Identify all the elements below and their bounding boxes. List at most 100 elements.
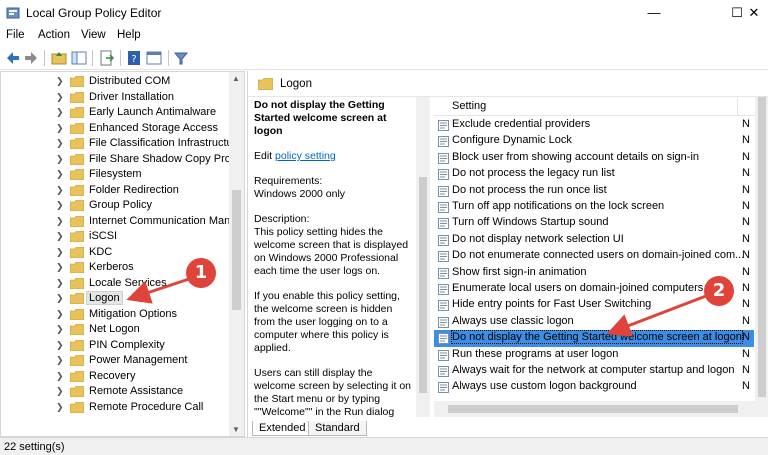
tree-item[interactable]: ❯ Internet Communication Management (1, 214, 244, 230)
chevron-right-icon[interactable]: ❯ (56, 123, 64, 134)
description-scrollbar[interactable] (416, 97, 430, 417)
tree-item[interactable]: ❯ Logon (1, 291, 231, 307)
forward-arrow-icon[interactable] (22, 49, 40, 67)
tree-item[interactable]: ❯ Enhanced Storage Access (1, 121, 231, 137)
setting-name: Do not enumerate connected users on doma… (452, 249, 745, 262)
policy-setting-icon (438, 349, 449, 361)
setting-row[interactable]: Do not display the Getting Started welco… (434, 330, 754, 347)
tree-item[interactable]: ❯ Distributed COM (1, 74, 231, 90)
tab-extended[interactable]: Extended (252, 421, 313, 436)
setting-row[interactable]: Block user from showing account details … (434, 150, 754, 166)
menu-file[interactable]: File (6, 29, 25, 41)
export-list-icon[interactable] (98, 49, 116, 67)
setting-row[interactable]: Always wait for the network at computer … (434, 363, 754, 379)
setting-state: N (742, 380, 750, 393)
tree-item[interactable]: ❯ Folder Redirection (1, 183, 231, 199)
menu-help[interactable]: Help (117, 29, 141, 41)
close-button[interactable]: ✕ (740, 0, 768, 26)
chevron-right-icon[interactable]: ❯ (56, 293, 64, 304)
tree-item[interactable]: ❯ Group Policy (1, 198, 231, 214)
tree-item[interactable]: ❯ Driver Installation (1, 90, 231, 106)
toolbar-separator (92, 50, 93, 66)
scroll-up-icon[interactable]: ▲ (232, 74, 240, 83)
help-icon[interactable]: ? (125, 49, 143, 67)
tree-item[interactable]: ❯ Remote Assistance (1, 384, 231, 400)
setting-row[interactable]: Show first sign-in animation N (434, 265, 754, 281)
back-arrow-icon[interactable] (4, 49, 22, 67)
setting-row[interactable]: Always use custom logon background N (434, 379, 754, 395)
setting-row[interactable]: Do not process the run once list N (434, 183, 754, 199)
policy-tree-pane[interactable]: ❯ Distributed COM ❯ Driver Installation ❯ Ear… (0, 71, 245, 437)
tree-item[interactable]: ❯ PIN Complexity (1, 338, 231, 354)
tree-item[interactable]: ❯ Net Logon (1, 322, 231, 338)
setting-row[interactable]: Do not display network selection UI N (434, 232, 754, 248)
tree-item-label: Logon (86, 291, 123, 305)
chevron-right-icon[interactable]: ❯ (56, 340, 64, 351)
folder-icon (70, 277, 84, 289)
chevron-right-icon[interactable]: ❯ (56, 247, 64, 258)
setting-state: N (742, 200, 750, 212)
chevron-right-icon[interactable]: ❯ (56, 371, 64, 382)
setting-row[interactable]: Do not enumerate connected users on doma… (434, 248, 754, 264)
tree-item[interactable]: ❯ Recovery (1, 369, 231, 385)
settings-scrollbar[interactable] (755, 97, 768, 417)
tree-item[interactable]: ❯ Power Management (1, 353, 231, 369)
show-hide-tree-icon[interactable] (70, 49, 88, 67)
tree-item[interactable]: ❯ Mitigation Options (1, 307, 231, 323)
setting-name: Always use custom logon background (452, 380, 637, 393)
chevron-right-icon[interactable]: ❯ (56, 92, 64, 103)
up-folder-icon[interactable] (50, 49, 68, 67)
scrollbar-thumb[interactable] (448, 405, 738, 413)
scrollbar-thumb[interactable] (758, 97, 766, 397)
tree-scrollbar[interactable]: ▲ ▼ (229, 72, 244, 436)
chevron-right-icon[interactable]: ❯ (56, 76, 64, 87)
scroll-down-icon[interactable]: ▼ (232, 425, 240, 434)
edit-prefix: Edit (254, 150, 276, 162)
chevron-right-icon[interactable]: ❯ (56, 231, 64, 242)
setting-state: N (742, 265, 750, 278)
setting-row[interactable]: Turn off Windows Startup sound N (434, 215, 754, 231)
minimize-button[interactable]: — (631, 0, 677, 26)
folder-icon (70, 169, 84, 180)
tree-item[interactable]: ❯ File Classification Infrastructure (1, 136, 242, 152)
menu-action[interactable]: Action (38, 29, 70, 41)
policy-setting-icon (438, 366, 449, 377)
chevron-right-icon[interactable]: ❯ (56, 154, 64, 165)
setting-row[interactable]: Configure Dynamic Lock N (434, 133, 754, 149)
scrollbar-thumb[interactable] (232, 190, 241, 310)
tree-item-label: Folder Redirection (89, 183, 179, 196)
chevron-right-icon[interactable]: ❯ (56, 355, 64, 366)
tree-item[interactable]: ❯ Filesystem (1, 167, 231, 183)
edit-policy-setting-link[interactable]: policy setting (275, 150, 336, 162)
chevron-right-icon[interactable]: ❯ (56, 278, 64, 289)
column-divider[interactable] (737, 97, 738, 116)
setting-row[interactable]: Always use classic logon N (434, 314, 754, 330)
scrollbar-thumb[interactable] (419, 177, 427, 393)
chevron-right-icon[interactable]: ❯ (56, 169, 64, 180)
chevron-right-icon[interactable]: ❯ (56, 107, 64, 118)
chevron-right-icon[interactable]: ❯ (56, 200, 64, 211)
column-header-setting[interactable]: Setting (434, 97, 768, 116)
chevron-right-icon[interactable]: ❯ (56, 324, 64, 335)
extended-view-icon[interactable] (145, 49, 163, 67)
menu-view[interactable]: View (81, 29, 106, 41)
filter-icon[interactable] (172, 49, 190, 67)
chevron-right-icon[interactable]: ❯ (56, 138, 64, 149)
chevron-right-icon[interactable]: ❯ (56, 262, 64, 273)
setting-row[interactable]: Run these programs at user logon N (434, 347, 754, 363)
setting-row[interactable]: Do not process the legacy run list N (434, 166, 754, 182)
tree-item[interactable]: ❯ iSCSI (1, 229, 231, 245)
chevron-right-icon[interactable]: ❯ (56, 185, 64, 196)
tree-item[interactable]: ❯ Remote Procedure Call (1, 400, 231, 416)
tree-item[interactable]: ❯ File Share Shadow Copy Provider (1, 152, 244, 168)
setting-row[interactable]: Exclude credential providers N (434, 117, 754, 133)
tab-standard[interactable]: Standard (308, 421, 367, 436)
chevron-right-icon[interactable]: ❯ (56, 216, 64, 227)
settings-horizontal-scrollbar[interactable] (434, 401, 755, 417)
chevron-right-icon[interactable]: ❯ (56, 309, 64, 320)
folder-icon (70, 107, 84, 118)
chevron-right-icon[interactable]: ❯ (56, 402, 64, 413)
chevron-right-icon[interactable]: ❯ (56, 386, 64, 397)
setting-row[interactable]: Turn off app notifications on the lock s… (434, 199, 754, 215)
tree-item[interactable]: ❯ Early Launch Antimalware (1, 105, 231, 121)
